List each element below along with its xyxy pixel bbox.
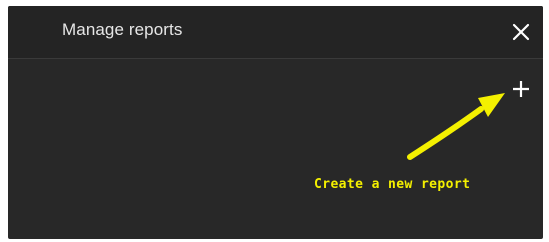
annotation-label: Create a new report bbox=[314, 177, 471, 192]
add-report-button[interactable] bbox=[511, 79, 531, 99]
dialog-header: Manage reports bbox=[8, 6, 543, 59]
manage-reports-dialog: Manage reports Create a new report bbox=[8, 6, 543, 239]
close-icon bbox=[512, 23, 530, 41]
plus-icon bbox=[513, 81, 529, 97]
close-button[interactable] bbox=[510, 21, 532, 43]
dialog-title: Manage reports bbox=[62, 20, 183, 39]
